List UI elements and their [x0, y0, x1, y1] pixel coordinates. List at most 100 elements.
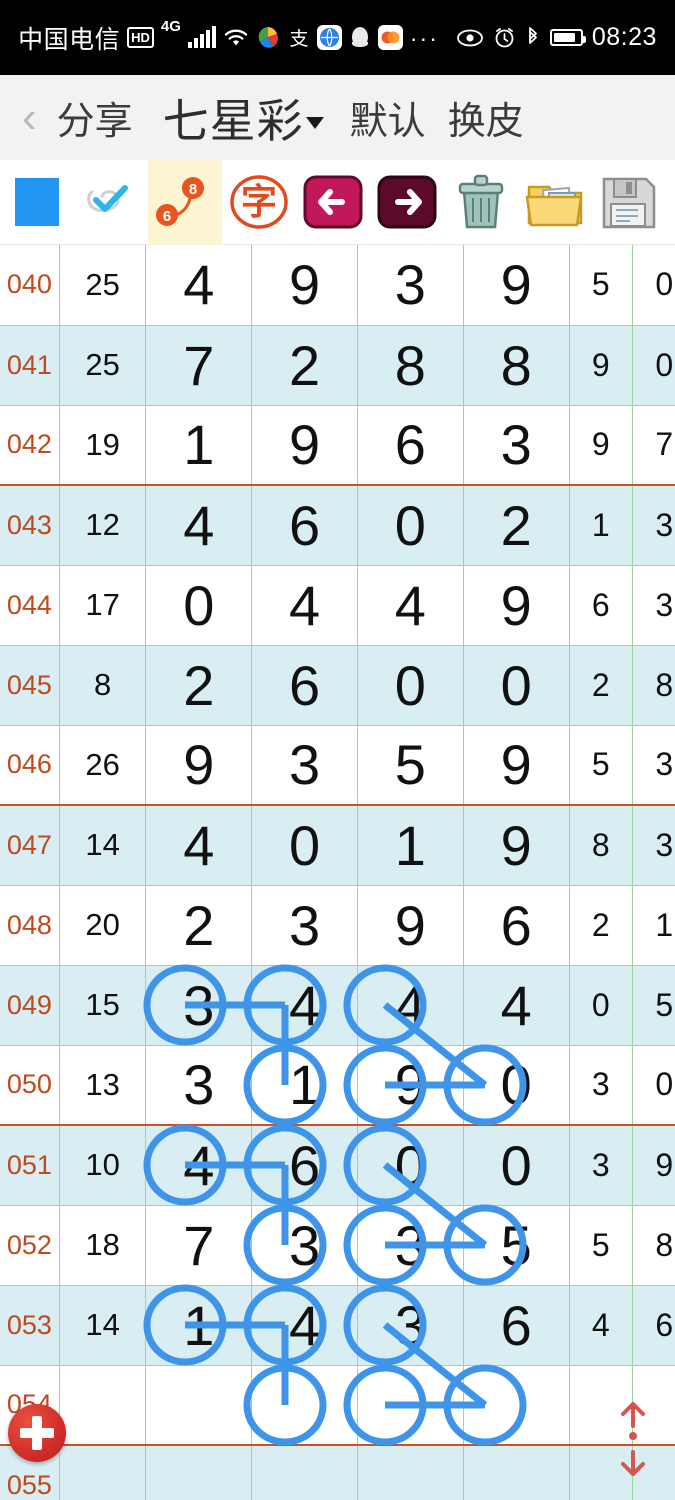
digit-cell-3[interactable]: [357, 1444, 464, 1500]
row-sum-cell[interactable]: 14: [59, 804, 147, 886]
small-digit-cell-1[interactable]: 9: [569, 405, 633, 486]
digit-cell-1[interactable]: 4: [145, 804, 253, 886]
table-row[interactable]: 044 17 0 4 4 9 6 3: [0, 565, 675, 646]
digit-cell-3[interactable]: 5: [357, 725, 464, 806]
row-id-cell[interactable]: 041: [0, 325, 60, 406]
digit-cell-1[interactable]: 7: [145, 325, 253, 406]
digit-cell-4[interactable]: 6: [463, 1285, 570, 1366]
digit-cell-1[interactable]: 4: [145, 484, 253, 566]
small-digit-cell-1[interactable]: 3: [569, 1045, 633, 1126]
table-row[interactable]: 049153444051: [0, 965, 675, 1046]
digit-cell-4[interactable]: 9: [463, 725, 570, 806]
small-digit-cell-2[interactable]: 8: [632, 1205, 675, 1286]
digit-cell-3[interactable]: 8: [357, 325, 464, 406]
row-id-cell[interactable]: 049: [0, 965, 60, 1046]
digit-cell-3[interactable]: 3: [357, 1285, 464, 1366]
row-sum-cell[interactable]: 10: [59, 1124, 147, 1206]
forward-button[interactable]: [370, 160, 444, 245]
digit-cell-1[interactable]: 1: [145, 405, 253, 486]
digit-cell-1[interactable]: 3: [145, 1045, 253, 1126]
digit-cell-1[interactable]: 0: [145, 565, 253, 646]
resize-vertical-handle[interactable]: [613, 1400, 653, 1478]
small-digit-cell-1[interactable]: 4: [569, 1285, 633, 1366]
row-sum-cell[interactable]: 20: [59, 885, 147, 966]
table-row[interactable]: 048 20 2 3 9 6 2 1: [0, 885, 675, 966]
digit-cell-3[interactable]: [357, 1365, 464, 1446]
digit-cell-1[interactable]: 9: [145, 725, 253, 806]
lottery-table-scroll[interactable]: 0402549395010412572889010421919639704312…: [0, 245, 675, 1500]
row-sum-cell[interactable]: 12: [59, 484, 147, 566]
digit-cell-4[interactable]: 0: [463, 645, 570, 726]
table-row[interactable]: 054: [0, 1365, 675, 1446]
digit-cell-3[interactable]: 9: [357, 885, 464, 966]
row-id-cell[interactable]: 053: [0, 1285, 60, 1366]
small-digit-cell-1[interactable]: 3: [569, 1124, 633, 1206]
small-digit-cell-2[interactable]: 1: [632, 885, 675, 966]
digit-cell-3[interactable]: 0: [357, 645, 464, 726]
table-row[interactable]: 040254939501: [0, 245, 675, 326]
digit-cell-1[interactable]: 1: [145, 1285, 253, 1366]
small-digit-cell-1[interactable]: 1: [569, 484, 633, 566]
small-digit-cell-2[interactable]: 0: [632, 245, 675, 326]
digit-cell-1[interactable]: [145, 1444, 253, 1500]
small-digit-cell-2[interactable]: 3: [632, 804, 675, 886]
row-id-cell[interactable]: 052: [0, 1205, 60, 1286]
table-row[interactable]: 041257288901: [0, 325, 675, 406]
digit-cell-4[interactable]: 0: [463, 1124, 570, 1206]
small-digit-cell-2[interactable]: 3: [632, 565, 675, 646]
share-button[interactable]: 分享: [57, 90, 133, 145]
digit-cell-1[interactable]: 2: [145, 885, 253, 966]
row-sum-cell[interactable]: 14: [59, 1285, 147, 1366]
table-row[interactable]: 043 12 4 6 0 2 1 3: [0, 484, 675, 566]
row-id-cell[interactable]: 050: [0, 1045, 60, 1126]
small-digit-cell-2[interactable]: 3: [632, 484, 675, 566]
small-digit-cell-1[interactable]: 5: [569, 725, 633, 806]
small-digit-cell-1[interactable]: 2: [569, 885, 633, 966]
small-digit-cell-2[interactable]: 5: [632, 965, 675, 1046]
row-id-cell[interactable]: 048: [0, 885, 60, 966]
digit-cell-2[interactable]: 6: [251, 645, 358, 726]
digit-cell-4[interactable]: 0: [463, 1045, 570, 1126]
default-button[interactable]: 默认: [350, 90, 426, 145]
row-id-cell[interactable]: 042: [0, 405, 60, 486]
small-digit-cell-1[interactable]: 9: [569, 325, 633, 406]
digit-cell-1[interactable]: 4: [145, 245, 253, 326]
digit-cell-2[interactable]: 9: [251, 245, 358, 326]
digit-cell-2[interactable]: 4: [251, 565, 358, 646]
gallery-button[interactable]: [518, 160, 592, 245]
digit-cell-4[interactable]: 4: [463, 965, 570, 1046]
digit-cell-1[interactable]: 7: [145, 1205, 253, 1286]
table-row[interactable]: 04582600281: [0, 645, 675, 726]
digit-cell-2[interactable]: 3: [251, 725, 358, 806]
small-digit-cell-1[interactable]: 0: [569, 965, 633, 1046]
table-row[interactable]: 055: [0, 1444, 675, 1500]
digit-cell-2[interactable]: 3: [251, 1205, 358, 1286]
row-sum-cell[interactable]: [59, 1444, 147, 1500]
row-sum-cell[interactable]: 13: [59, 1045, 147, 1126]
add-button[interactable]: [8, 1404, 66, 1462]
digit-cell-1[interactable]: [145, 1365, 253, 1446]
digit-cell-4[interactable]: 9: [463, 804, 570, 886]
digit-cell-2[interactable]: 4: [251, 1285, 358, 1366]
digit-cell-1[interactable]: 2: [145, 645, 253, 726]
digit-cell-2[interactable]: 6: [251, 484, 358, 566]
table-row[interactable]: 047144019831: [0, 804, 675, 886]
table-row[interactable]: 050 13 3 1 9 0 3 0: [0, 1045, 675, 1126]
text-mode-button[interactable]: 字: [222, 160, 296, 245]
save-button[interactable]: [592, 160, 666, 245]
digit-cell-4[interactable]: 5: [463, 1205, 570, 1286]
color-swatch-button[interactable]: [0, 160, 74, 245]
small-digit-cell-2[interactable]: 8: [632, 645, 675, 726]
digit-cell-2[interactable]: 6: [251, 1124, 358, 1206]
digit-cell-1[interactable]: 4: [145, 1124, 253, 1206]
small-digit-cell-2[interactable]: 0: [632, 325, 675, 406]
digit-cell-1[interactable]: 3: [145, 965, 253, 1046]
digit-cell-2[interactable]: [251, 1444, 358, 1500]
small-digit-cell-1[interactable]: 8: [569, 804, 633, 886]
small-digit-cell-2[interactable]: 3: [632, 725, 675, 806]
digit-cell-2[interactable]: 4: [251, 965, 358, 1046]
small-digit-cell-2[interactable]: 9: [632, 1124, 675, 1206]
row-sum-cell[interactable]: 25: [59, 325, 147, 406]
row-sum-cell[interactable]: 15: [59, 965, 147, 1046]
digit-cell-4[interactable]: 9: [463, 245, 570, 326]
